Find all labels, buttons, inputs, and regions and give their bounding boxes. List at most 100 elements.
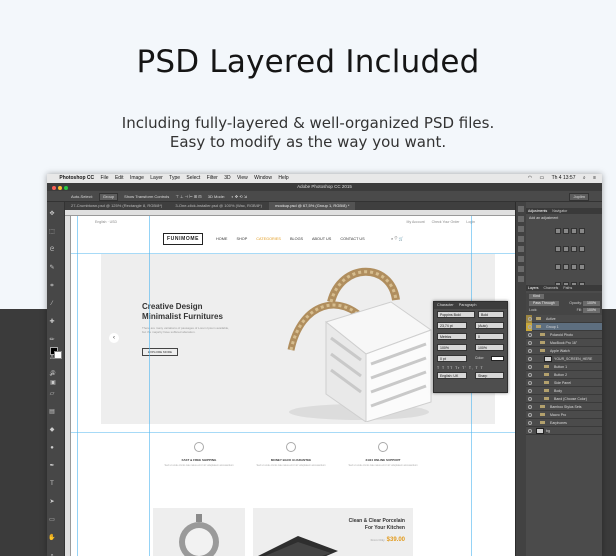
eye-icon[interactable] (528, 333, 532, 337)
eraser-tool-icon[interactable]: ▱ (48, 390, 56, 398)
lookup-icon[interactable] (571, 264, 577, 270)
eye-icon[interactable] (528, 405, 532, 409)
auto-select-checkbox[interactable]: Auto-Select: (71, 194, 93, 199)
background-color-swatch[interactable] (54, 351, 62, 359)
layer-row[interactable]: Macro Pro (526, 411, 602, 419)
font-style-select[interactable]: Bold (478, 311, 504, 318)
layer-row[interactable]: Polaroid Photo (526, 331, 602, 339)
crop-tool-icon[interactable]: ⌗ (48, 282, 56, 290)
brightness-icon[interactable] (555, 228, 561, 234)
eye-icon[interactable] (528, 341, 532, 345)
layer-row[interactable]: Button 1 (526, 363, 602, 371)
color-balance-icon[interactable] (571, 246, 577, 252)
levels-icon[interactable] (563, 228, 569, 234)
eye-icon[interactable] (528, 381, 532, 385)
eye-icon[interactable] (528, 429, 532, 433)
menu-list-icon[interactable]: ≡ (593, 174, 596, 183)
minimize-window-button[interactable] (58, 186, 62, 190)
path-select-tool-icon[interactable]: ➤ (48, 498, 56, 506)
layer-filter-select[interactable]: Kind (529, 294, 545, 299)
type-style-buttons[interactable]: T T TT Tr T' T, T T (437, 366, 504, 370)
brush-tool-icon[interactable]: ✏ (48, 336, 56, 344)
tab-layers[interactable]: Layers (528, 286, 539, 290)
menu-layer[interactable]: Layer (150, 174, 163, 183)
wifi-icon[interactable]: ◠ (528, 174, 532, 183)
show-transform-checkbox[interactable]: Show Transform Controls (124, 194, 169, 199)
invert-icon[interactable] (579, 264, 585, 270)
eye-icon[interactable] (528, 357, 532, 361)
vertical-scale-field[interactable]: 100% (437, 344, 467, 351)
zoom-window-button[interactable] (64, 186, 68, 190)
close-window-button[interactable] (52, 186, 56, 190)
anti-alias-select[interactable]: Sharp (475, 372, 504, 379)
leading-field[interactable]: (Auto) (475, 322, 504, 329)
tab-character[interactable]: Character (437, 303, 454, 307)
lasso-tool-icon[interactable]: ᘓ (48, 246, 56, 254)
eye-icon[interactable] (528, 325, 532, 329)
shape-tool-icon[interactable]: ▭ (48, 516, 56, 524)
eye-icon[interactable] (528, 317, 532, 321)
clock[interactable]: Th 4 13:57 (552, 174, 576, 183)
menu-filter[interactable]: Filter (207, 174, 218, 183)
layer-row[interactable]: bg (526, 427, 602, 435)
pen-tool-icon[interactable]: ✒ (48, 462, 56, 470)
eye-icon[interactable] (528, 389, 532, 393)
gradient-tool-icon[interactable]: ▤ (48, 408, 56, 416)
healing-tool-icon[interactable]: ✚ (48, 318, 56, 326)
channel-mixer-icon[interactable] (563, 264, 569, 270)
doc-tab-3[interactable]: mockup.psd @ 67,5% (Group 1, RGB/8) * (269, 202, 356, 210)
eye-icon[interactable] (528, 421, 532, 425)
layer-row[interactable]: Apple Watch (526, 347, 602, 355)
brush-panel-icon[interactable] (518, 246, 524, 252)
curves-icon[interactable] (571, 228, 577, 234)
dodge-tool-icon[interactable]: ● (48, 444, 56, 452)
layer-row[interactable]: Side Panel (526, 379, 602, 387)
exposure-icon[interactable] (579, 228, 585, 234)
tab-channels[interactable]: Channels (544, 286, 559, 290)
character-panel-icon[interactable] (518, 256, 524, 262)
search-icon[interactable]: ⌕ (583, 174, 586, 183)
tab-paths[interactable]: Paths (563, 286, 572, 290)
doc-tab-2[interactable]: 3-One-click-installer.psd @ 100% (Wac, R… (169, 202, 268, 210)
eye-icon[interactable] (528, 413, 532, 417)
eye-icon[interactable] (528, 397, 532, 401)
eye-icon[interactable] (528, 365, 532, 369)
type-tool-icon[interactable]: T (48, 480, 56, 488)
layer-row[interactable]: Active (526, 315, 602, 323)
swatches-panel-icon[interactable] (518, 236, 524, 242)
zoom-tool-icon[interactable]: ⌕ (48, 552, 56, 556)
properties-panel-icon[interactable] (518, 216, 524, 222)
baseline-shift-field[interactable]: 0 pt (437, 355, 467, 362)
kerning-field[interactable]: Metrics (437, 333, 467, 340)
info-panel-icon[interactable] (518, 226, 524, 232)
menu-help[interactable]: Help (278, 174, 288, 183)
battery-icon[interactable]: ▭ (539, 174, 544, 183)
doc-tab-1[interactable]: 27-Crumbtown.psd @ 125% (Rectangle 8, RG… (65, 202, 168, 210)
workspace-dropdown[interactable]: Joplim (569, 193, 589, 201)
styles-panel-icon[interactable] (518, 276, 524, 282)
hue-icon[interactable] (563, 246, 569, 252)
layer-row[interactable]: Button 2 (526, 371, 602, 379)
font-family-select[interactable]: Poppins Bold (437, 311, 475, 318)
vibrance-icon[interactable] (555, 246, 561, 252)
screen-mode-icon[interactable]: ▣ (49, 379, 57, 387)
menu-image[interactable]: Image (130, 174, 144, 183)
layer-row[interactable]: MacBook Pro 16" (526, 339, 602, 347)
language-select[interactable]: English: UK (437, 372, 467, 379)
layer-row[interactable]: Group 1 (526, 323, 602, 331)
menu-select[interactable]: Select (186, 174, 200, 183)
align-icons[interactable]: ⊤ ⊥ ⊣ ⊢ ⊞ ⊟ (175, 194, 201, 199)
eye-icon[interactable] (528, 373, 532, 377)
menu-app-name[interactable]: Photoshop CC (59, 174, 94, 183)
layer-row[interactable]: YOUR_SCREEN_HERE (526, 355, 602, 363)
layer-row[interactable]: Band (Choose Color) (526, 395, 602, 403)
menu-edit[interactable]: Edit (115, 174, 124, 183)
marquee-tool-icon[interactable]: ⬚ (48, 228, 56, 236)
quick-select-tool-icon[interactable]: ✎ (48, 264, 56, 272)
tracking-field[interactable]: 0 (475, 333, 504, 340)
tab-navigator[interactable]: Navigator (552, 209, 567, 213)
auto-select-dropdown[interactable]: Group (98, 193, 119, 201)
layer-row[interactable]: Earphones (526, 419, 602, 427)
guide-line[interactable] (71, 253, 515, 254)
move-tool-icon[interactable]: ✥ (48, 210, 56, 218)
